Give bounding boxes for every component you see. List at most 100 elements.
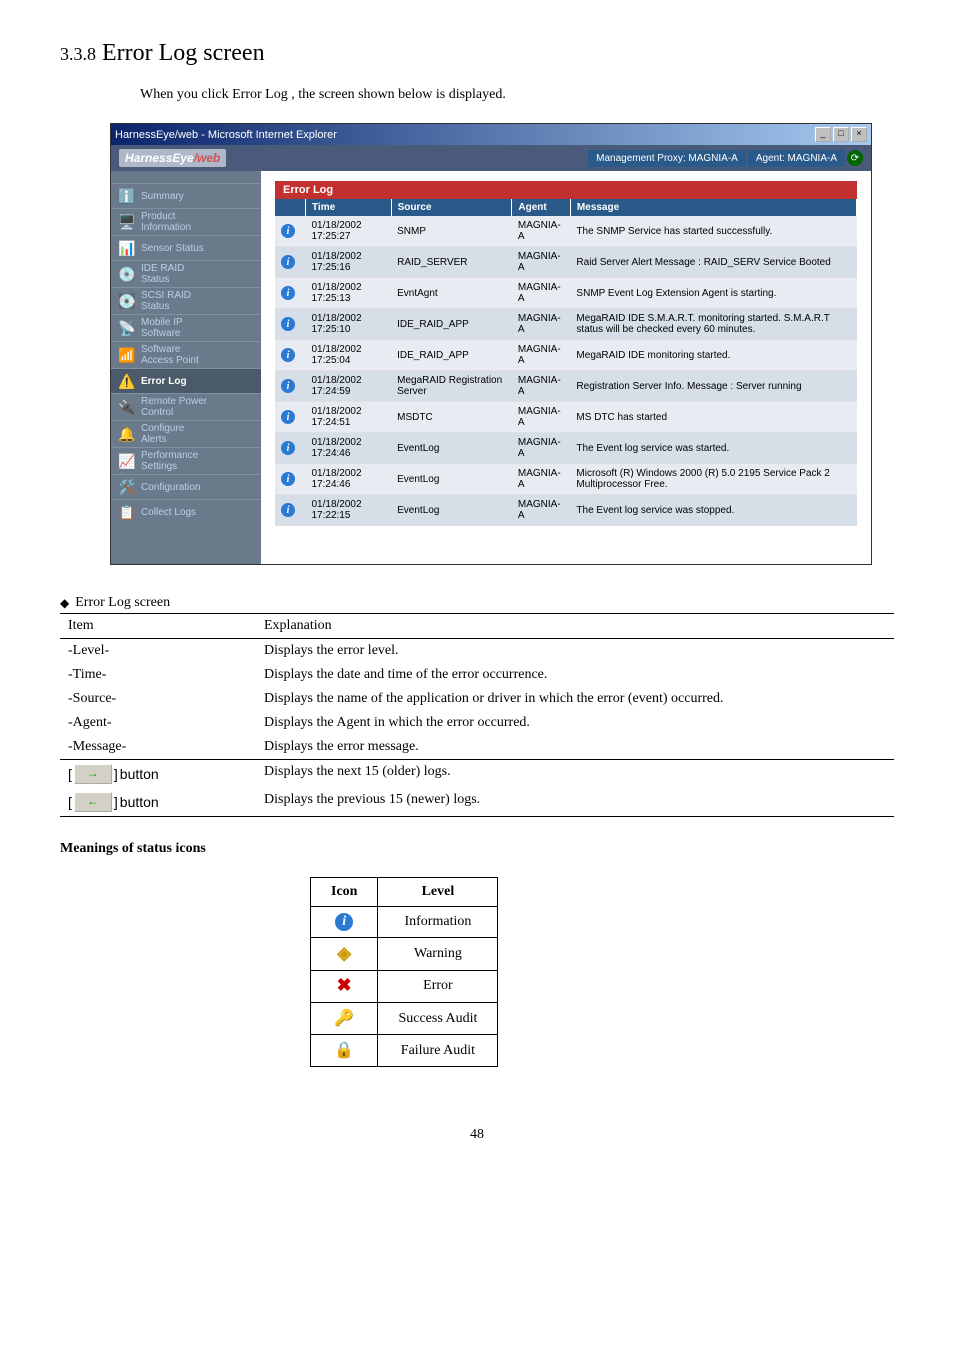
sidebar-item-7[interactable]: ⚠️Error Log xyxy=(111,368,261,393)
cell-message: MegaRAID IDE S.M.A.R.T. monitoring start… xyxy=(570,309,856,340)
cell-source: RAID_SERVER xyxy=(391,247,512,278)
sidebar-item-9[interactable]: 🔔Configure Alerts xyxy=(111,420,261,447)
sidebar-label: Remote Power Control xyxy=(141,396,207,418)
app-logo: HarnessEye/web xyxy=(119,149,226,167)
sidebar-item-2[interactable]: 📊Sensor Status xyxy=(111,235,261,260)
col-message: Message xyxy=(570,199,856,216)
cell-agent: MAGNIA-A xyxy=(512,247,571,278)
cell-time: 01/18/2002 17:24:51 xyxy=(306,402,392,433)
cell-agent: MAGNIA-A xyxy=(512,216,571,247)
sidebar-item-3[interactable]: 💿IDE RAID Status xyxy=(111,260,261,287)
legend-expl: Displays the date and time of the error … xyxy=(256,663,894,687)
sidebar-item-12[interactable]: 📋Collect Logs xyxy=(111,499,261,524)
cell-time: 01/18/2002 17:25:13 xyxy=(306,278,392,309)
table-row: i 01/18/2002 17:25:04IDE_RAID_APPMAGNIA-A… xyxy=(275,340,857,371)
sidebar-item-8[interactable]: 🔌Remote Power Control xyxy=(111,393,261,420)
sidebar-item-1[interactable]: 🖥️Product Information xyxy=(111,208,261,235)
logo-text-a: HarnessEye xyxy=(125,151,194,165)
minimize-icon[interactable]: _ xyxy=(815,127,831,142)
section-title: Error Log screen xyxy=(102,40,265,66)
table-row: i 01/18/2002 17:25:13EvntAgntMAGNIA-ASNMP… xyxy=(275,278,857,309)
main-panel: Error Log Time Source Agent Message i01/… xyxy=(261,171,871,564)
sidebar-item-0[interactable]: ℹ️Summary xyxy=(111,183,261,208)
error-icon: ✖ xyxy=(335,977,353,995)
sidebar-label: Mobile IP Software xyxy=(141,317,183,339)
legend-expl: Displays the Agent in which the error oc… xyxy=(256,711,894,735)
sidebar-item-11[interactable]: 🛠️Configuration xyxy=(111,474,261,499)
sidebar-icon: 💽 xyxy=(117,291,137,311)
cell-source: IDE_RAID_APP xyxy=(391,340,512,371)
sidebar-item-5[interactable]: 📡Mobile IP Software xyxy=(111,314,261,341)
sidebar-item-4[interactable]: 💽SCSI RAID Status xyxy=(111,287,261,314)
window-title-text: HarnessEye/web - Microsoft Internet Expl… xyxy=(115,129,337,141)
cell-message: MS DTC has started xyxy=(570,402,856,433)
sidebar-label: IDE RAID Status xyxy=(141,263,184,285)
sidebar-label: Configuration xyxy=(141,482,200,493)
sidebar-item-6[interactable]: 📶Software Access Point xyxy=(111,341,261,368)
cell-time: 01/18/2002 17:24:46 xyxy=(306,433,392,464)
cell-source: EventLog xyxy=(391,495,512,526)
sidebar-label: Performance Settings xyxy=(141,450,198,472)
info-icon: i xyxy=(281,472,295,486)
table-row: i01/18/2002 17:24:51MSDTCMAGNIA-AMS DTC … xyxy=(275,402,857,433)
panel-title: Error Log xyxy=(275,181,857,199)
status-col-level: Level xyxy=(378,878,498,907)
cell-agent: MAGNIA-A xyxy=(512,371,571,402)
info-icon: i xyxy=(281,441,295,455)
sidebar-item-10[interactable]: 📈Performance Settings xyxy=(111,447,261,474)
info-icon: i xyxy=(281,348,295,362)
prev-button-expl: Displays the previous 15 (newer) logs. xyxy=(256,788,894,817)
sidebar-label: Error Log xyxy=(141,376,187,387)
success-audit-icon: 🔑 xyxy=(335,1009,353,1027)
table-row: i01/18/2002 17:22:15EventLogMAGNIA-AThe … xyxy=(275,495,857,526)
cell-source: IDE_RAID_APP xyxy=(391,309,512,340)
agent-label: Agent: MAGNIA-A xyxy=(748,150,845,167)
col-agent: Agent xyxy=(512,199,571,216)
cell-message: SNMP Event Log Extension Agent is starti… xyxy=(570,278,856,309)
cell-source: MSDTC xyxy=(391,402,512,433)
sidebar-label: Sensor Status xyxy=(141,243,204,254)
intro-text: When you click Error Log , the screen sh… xyxy=(140,87,894,103)
table-row: i01/18/2002 17:25:16RAID_SERVERMAGNIA-AR… xyxy=(275,247,857,278)
info-icon: i xyxy=(335,913,353,931)
col-time: Time xyxy=(306,199,392,216)
sidebar: ℹ️Summary🖥️Product Information📊Sensor St… xyxy=(111,171,261,564)
legend-row: -Agent-Displays the Agent in which the e… xyxy=(60,711,894,735)
section-number: 3.3.8 xyxy=(60,44,96,64)
cell-agent: MAGNIA-A xyxy=(512,278,571,309)
legend-expl: Displays the error message. xyxy=(256,735,894,760)
table-row: i01/18/2002 17:24:59MegaRAID Registratio… xyxy=(275,371,857,402)
cell-message: Raid Server Alert Message : RAID_SERV Se… xyxy=(570,247,856,278)
sidebar-label: Software Access Point xyxy=(141,344,199,366)
sidebar-icon: 📶 xyxy=(117,345,137,365)
sidebar-label: SCSI RAID Status xyxy=(141,290,191,312)
next-arrow-icon[interactable]: → xyxy=(74,764,112,784)
cell-time: 01/18/2002 17:25:04 xyxy=(306,340,392,371)
sidebar-icon: 💿 xyxy=(117,264,137,284)
cell-time: 01/18/2002 17:22:15 xyxy=(306,495,392,526)
info-icon: i xyxy=(281,410,295,424)
cell-agent: MAGNIA-A xyxy=(512,340,571,371)
cell-source: MegaRAID Registration Server xyxy=(391,371,512,402)
cell-message: MegaRAID IDE monitoring started. xyxy=(570,340,856,371)
app-header: HarnessEye/web Management Proxy: MAGNIA-… xyxy=(111,145,871,171)
next-button-label: button xyxy=(120,766,159,782)
info-icon: i xyxy=(281,286,295,300)
table-row: i01/18/2002 17:25:27SNMPMAGNIA-AThe SNMP… xyxy=(275,216,857,247)
info-icon: i xyxy=(281,224,295,238)
cell-time: 01/18/2002 17:25:10 xyxy=(306,309,392,340)
level-error: Error xyxy=(378,970,498,1003)
cell-source: SNMP xyxy=(391,216,512,247)
prev-arrow-icon[interactable]: ← xyxy=(74,792,112,812)
maximize-icon[interactable]: □ xyxy=(833,127,849,142)
prev-button-label: button xyxy=(120,794,159,810)
status-icons-table: Icon Level i Information ◈ Warning ✖ Err… xyxy=(310,877,498,1067)
info-icon: i xyxy=(281,379,295,393)
refresh-icon[interactable]: ⟳ xyxy=(847,150,863,166)
table-row: i01/18/2002 17:24:46EventLogMAGNIA-AThe … xyxy=(275,433,857,464)
cell-source: EvntAgnt xyxy=(391,278,512,309)
level-information: Information xyxy=(378,907,498,938)
page-number: 48 xyxy=(60,1127,894,1143)
legend-row: -Level-Displays the error level. xyxy=(60,639,894,664)
close-icon[interactable]: × xyxy=(851,127,867,142)
